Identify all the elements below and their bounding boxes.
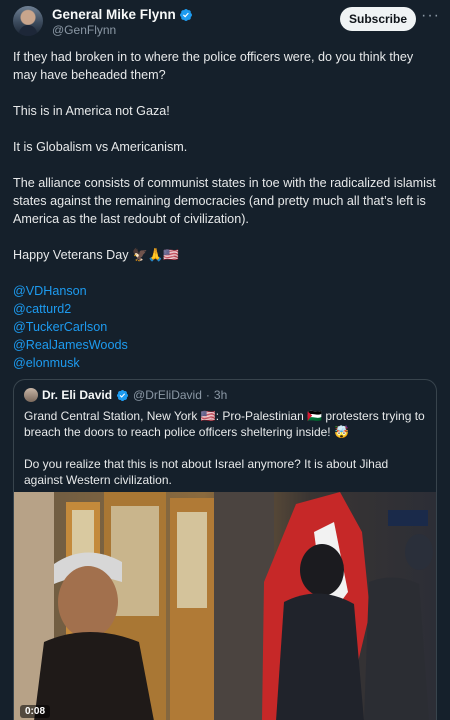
mention-link[interactable]: @catturd2 [13,300,437,318]
quoted-author-display-name[interactable]: Dr. Eli David [42,388,112,402]
quoted-tweet-time[interactable]: 3h [214,388,227,402]
author-name-row: General Mike Flynn [52,7,193,22]
author-display-name[interactable]: General Mike Flynn [52,7,176,22]
tweet-paragraph: The alliance consists of communist state… [13,176,436,226]
quoted-tweet-body: Grand Central Station, New York 🇺🇸: Pro-… [24,408,428,504]
author-avatar[interactable] [13,6,43,36]
video-frame [14,492,436,720]
more-options-icon[interactable]: ··· [421,8,439,27]
video-player[interactable]: 0:08 [14,492,436,720]
quoted-author-handle[interactable]: @DrEliDavid [133,388,202,402]
subscribe-button[interactable]: Subscribe [340,7,416,31]
mention-link[interactable]: @TuckerCarlson [13,318,437,336]
tweet-header: General Mike Flynn @GenFlynn Subscribe ·… [0,0,450,44]
author-handle[interactable]: @GenFlynn [52,23,116,37]
tweet-body: If they had broken in to where the polic… [13,48,437,372]
verified-badge-icon [179,8,192,21]
tweet-paragraph: This is in America not Gaza! [13,104,170,118]
verified-badge-icon [116,389,129,401]
quoted-tweet[interactable]: Dr. Eli David @DrEliDavid · 3h Grand Cen… [13,379,437,720]
quoted-paragraph: Do you realize that this is not about Is… [24,457,389,487]
tweet-paragraph: Happy Veterans Day 🦅🙏🇺🇸 [13,248,180,262]
mention-link[interactable]: @VDHanson [13,282,437,300]
mention-list: @VDHanson @catturd2 @TuckerCarlson @Real… [13,282,437,372]
mention-link[interactable]: @RealJamesWoods [13,336,437,354]
tweet-paragraph: If they had broken in to where the polic… [13,50,414,82]
tweet-paragraph: It is Globalism vs Americanism. [13,140,188,154]
mention-link[interactable]: @elonmusk [13,354,437,372]
quoted-tweet-header: Dr. Eli David @DrEliDavid · 3h [24,388,227,402]
quoted-paragraph: Grand Central Station, New York 🇺🇸: Pro-… [24,409,425,439]
video-duration-badge: 0:08 [20,705,51,718]
quoted-author-avatar[interactable] [24,388,38,402]
dot-separator: · [205,388,210,402]
